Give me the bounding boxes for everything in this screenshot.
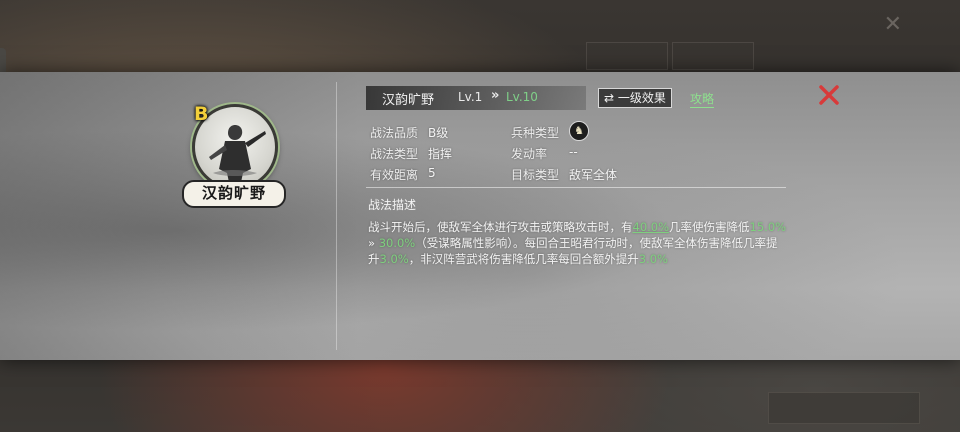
level-effect-toggle-button[interactable]: ⇄ 一级效果	[598, 88, 672, 108]
close-icon[interactable]	[816, 82, 842, 108]
desc-highlight: 3.0%	[379, 252, 409, 266]
desc-highlight: 40.0%	[632, 220, 670, 234]
activation-rate-label: 发动率	[511, 147, 548, 161]
level-current: Lv.1	[458, 90, 483, 104]
target-type-label: 目标类型	[511, 168, 560, 182]
desc-text: ，非汉阵营武将伤害降低几率每回合额外提升	[408, 252, 639, 266]
quality-value: B级	[428, 126, 449, 140]
skill-detail-panel: B 汉韵旷野 汉韵旷野 Lv.1 » Lv.10 ⇄ 一级效果 攻略 战法品质 …	[0, 72, 960, 360]
background-button	[768, 392, 920, 424]
desc-highlight: 30.0%	[378, 236, 416, 250]
grade-badge: B	[194, 103, 209, 125]
desc-highlight: 3.0%	[638, 252, 668, 266]
desc-text: 战斗开始后，使敌军全体进行攻击或策略攻击时，有	[368, 220, 633, 234]
desc-arrow: »	[368, 236, 379, 250]
horse-icon: ♞	[569, 121, 589, 141]
strategy-link[interactable]: 攻略	[690, 90, 715, 108]
horizontal-divider	[366, 187, 786, 188]
quality-label: 战法品质	[370, 126, 419, 140]
description-title: 战法描述	[368, 198, 417, 212]
portrait-name-plate: 汉韵旷野	[182, 180, 286, 208]
background-tab	[672, 42, 754, 70]
effect-button-label: 一级效果	[617, 91, 666, 105]
range-value: 5	[428, 166, 436, 180]
target-type-value: 敌军全体	[569, 168, 618, 182]
type-label: 战法类型	[370, 147, 419, 161]
type-value: 指挥	[428, 147, 453, 161]
troop-type-label: 兵种类型	[511, 126, 560, 140]
desc-highlight: 15.0%	[749, 220, 787, 234]
desc-text: 几率使伤害降低	[669, 220, 750, 234]
activation-rate-value: --	[569, 145, 578, 159]
vertical-divider	[336, 82, 337, 350]
background-tab	[586, 42, 668, 70]
range-label: 有效距离	[370, 168, 419, 182]
skill-name: 汉韵旷野	[382, 93, 435, 108]
level-arrow: »	[491, 88, 500, 103]
swap-icon: ⇄	[604, 91, 615, 105]
background-close-icon: ✕	[883, 12, 902, 37]
panel-shade	[0, 72, 360, 360]
level-max: Lv.10	[506, 90, 538, 104]
skill-description: 战斗开始后，使敌军全体进行攻击或策略攻击时，有40.0%几率使伤害降低15.0%…	[368, 219, 788, 267]
